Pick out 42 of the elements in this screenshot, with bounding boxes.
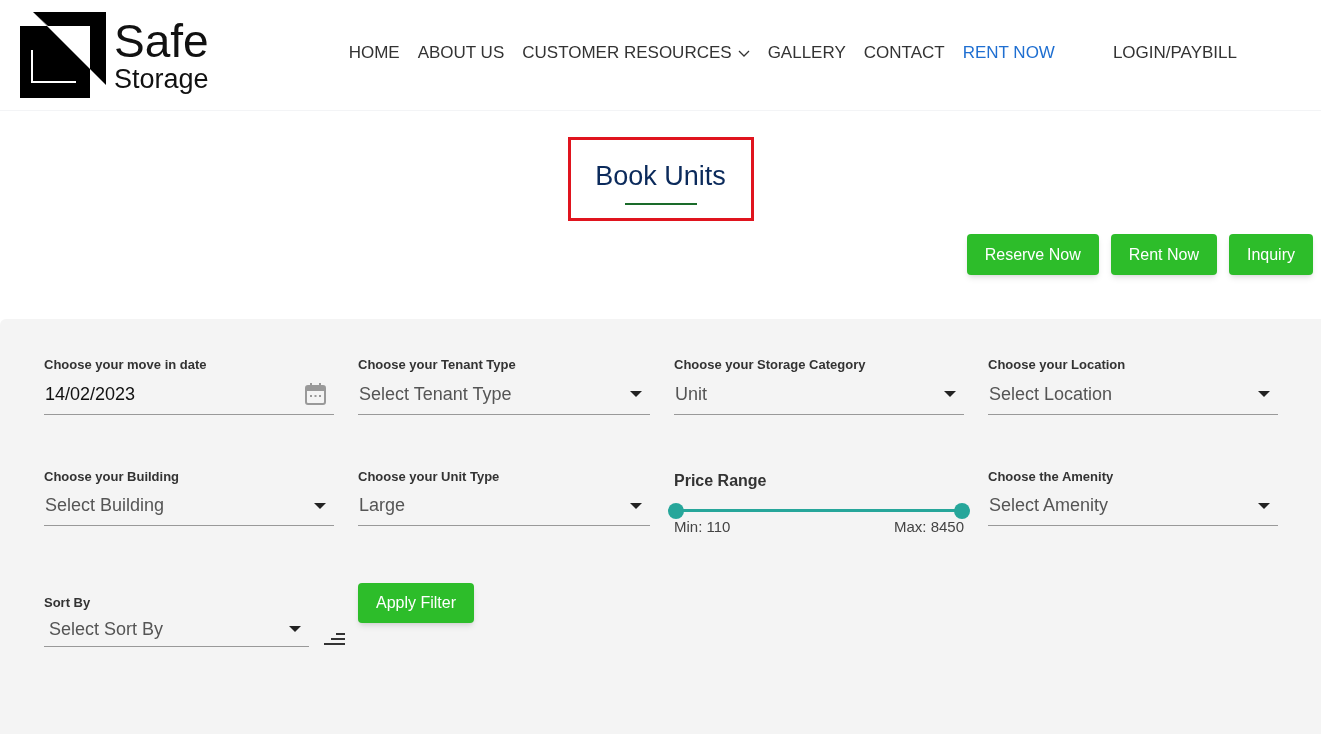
field-label: Choose the Amenity [988, 467, 1115, 486]
sort-select[interactable]: Select Sort By [44, 612, 309, 647]
page-title: Book Units [595, 160, 726, 193]
dropdown-arrow-icon [314, 502, 326, 509]
field-label: Choose your Building [44, 467, 181, 486]
select-field[interactable]: Select Location [988, 374, 1278, 415]
date-field[interactable]: 14/02/2023 [44, 374, 334, 415]
price-range-slider[interactable] [668, 502, 970, 519]
field-label: Choose your Tenant Type [358, 356, 517, 374]
select-field[interactable]: Large [358, 486, 650, 526]
logo-icon [20, 12, 106, 98]
calendar-icon [305, 383, 326, 405]
select-field[interactable]: Select Amenity [988, 486, 1278, 526]
nav-link[interactable]: CUSTOMER RESOURCES [522, 40, 750, 66]
dropdown-arrow-icon [1258, 502, 1270, 509]
slider-thumb[interactable] [954, 502, 970, 519]
nav-link[interactable]: LOGIN/PAYBILL [1112, 40, 1237, 66]
nav-link[interactable]: GALLERY [767, 40, 846, 66]
dropdown-arrow-icon [944, 391, 956, 397]
select-field[interactable]: Unit [674, 374, 964, 415]
sort-icon[interactable] [324, 632, 345, 645]
nav-link[interactable]: ABOUT US [417, 40, 505, 66]
field-label: Sort By [44, 594, 92, 612]
dropdown-arrow-icon [1258, 391, 1270, 397]
logo-text: Safe [114, 17, 209, 64]
nav-link[interactable]: RENT NOW [962, 40, 1055, 66]
select-field[interactable]: Select Building [44, 486, 334, 526]
dropdown-arrow-icon [630, 502, 642, 509]
field-label: Choose your move in date [44, 356, 208, 374]
nav-link[interactable]: HOME [348, 40, 400, 66]
logo-text: Storage [114, 65, 209, 93]
dropdown-arrow-icon [630, 391, 642, 397]
nav-link[interactable]: CONTACT [863, 40, 945, 66]
field-label: Choose your Location [988, 356, 1127, 374]
range-value: Min: 110 [674, 516, 731, 537]
section-label: Price Range [674, 470, 768, 491]
slider-thumb[interactable] [668, 502, 684, 519]
field-label: Choose your Storage Category [674, 356, 867, 374]
select-field[interactable]: Select Tenant Type [358, 374, 650, 415]
field-label: Choose your Unit Type [358, 467, 501, 486]
range-value: Max: 8450 [893, 516, 964, 537]
dropdown-arrow-icon [289, 626, 301, 632]
